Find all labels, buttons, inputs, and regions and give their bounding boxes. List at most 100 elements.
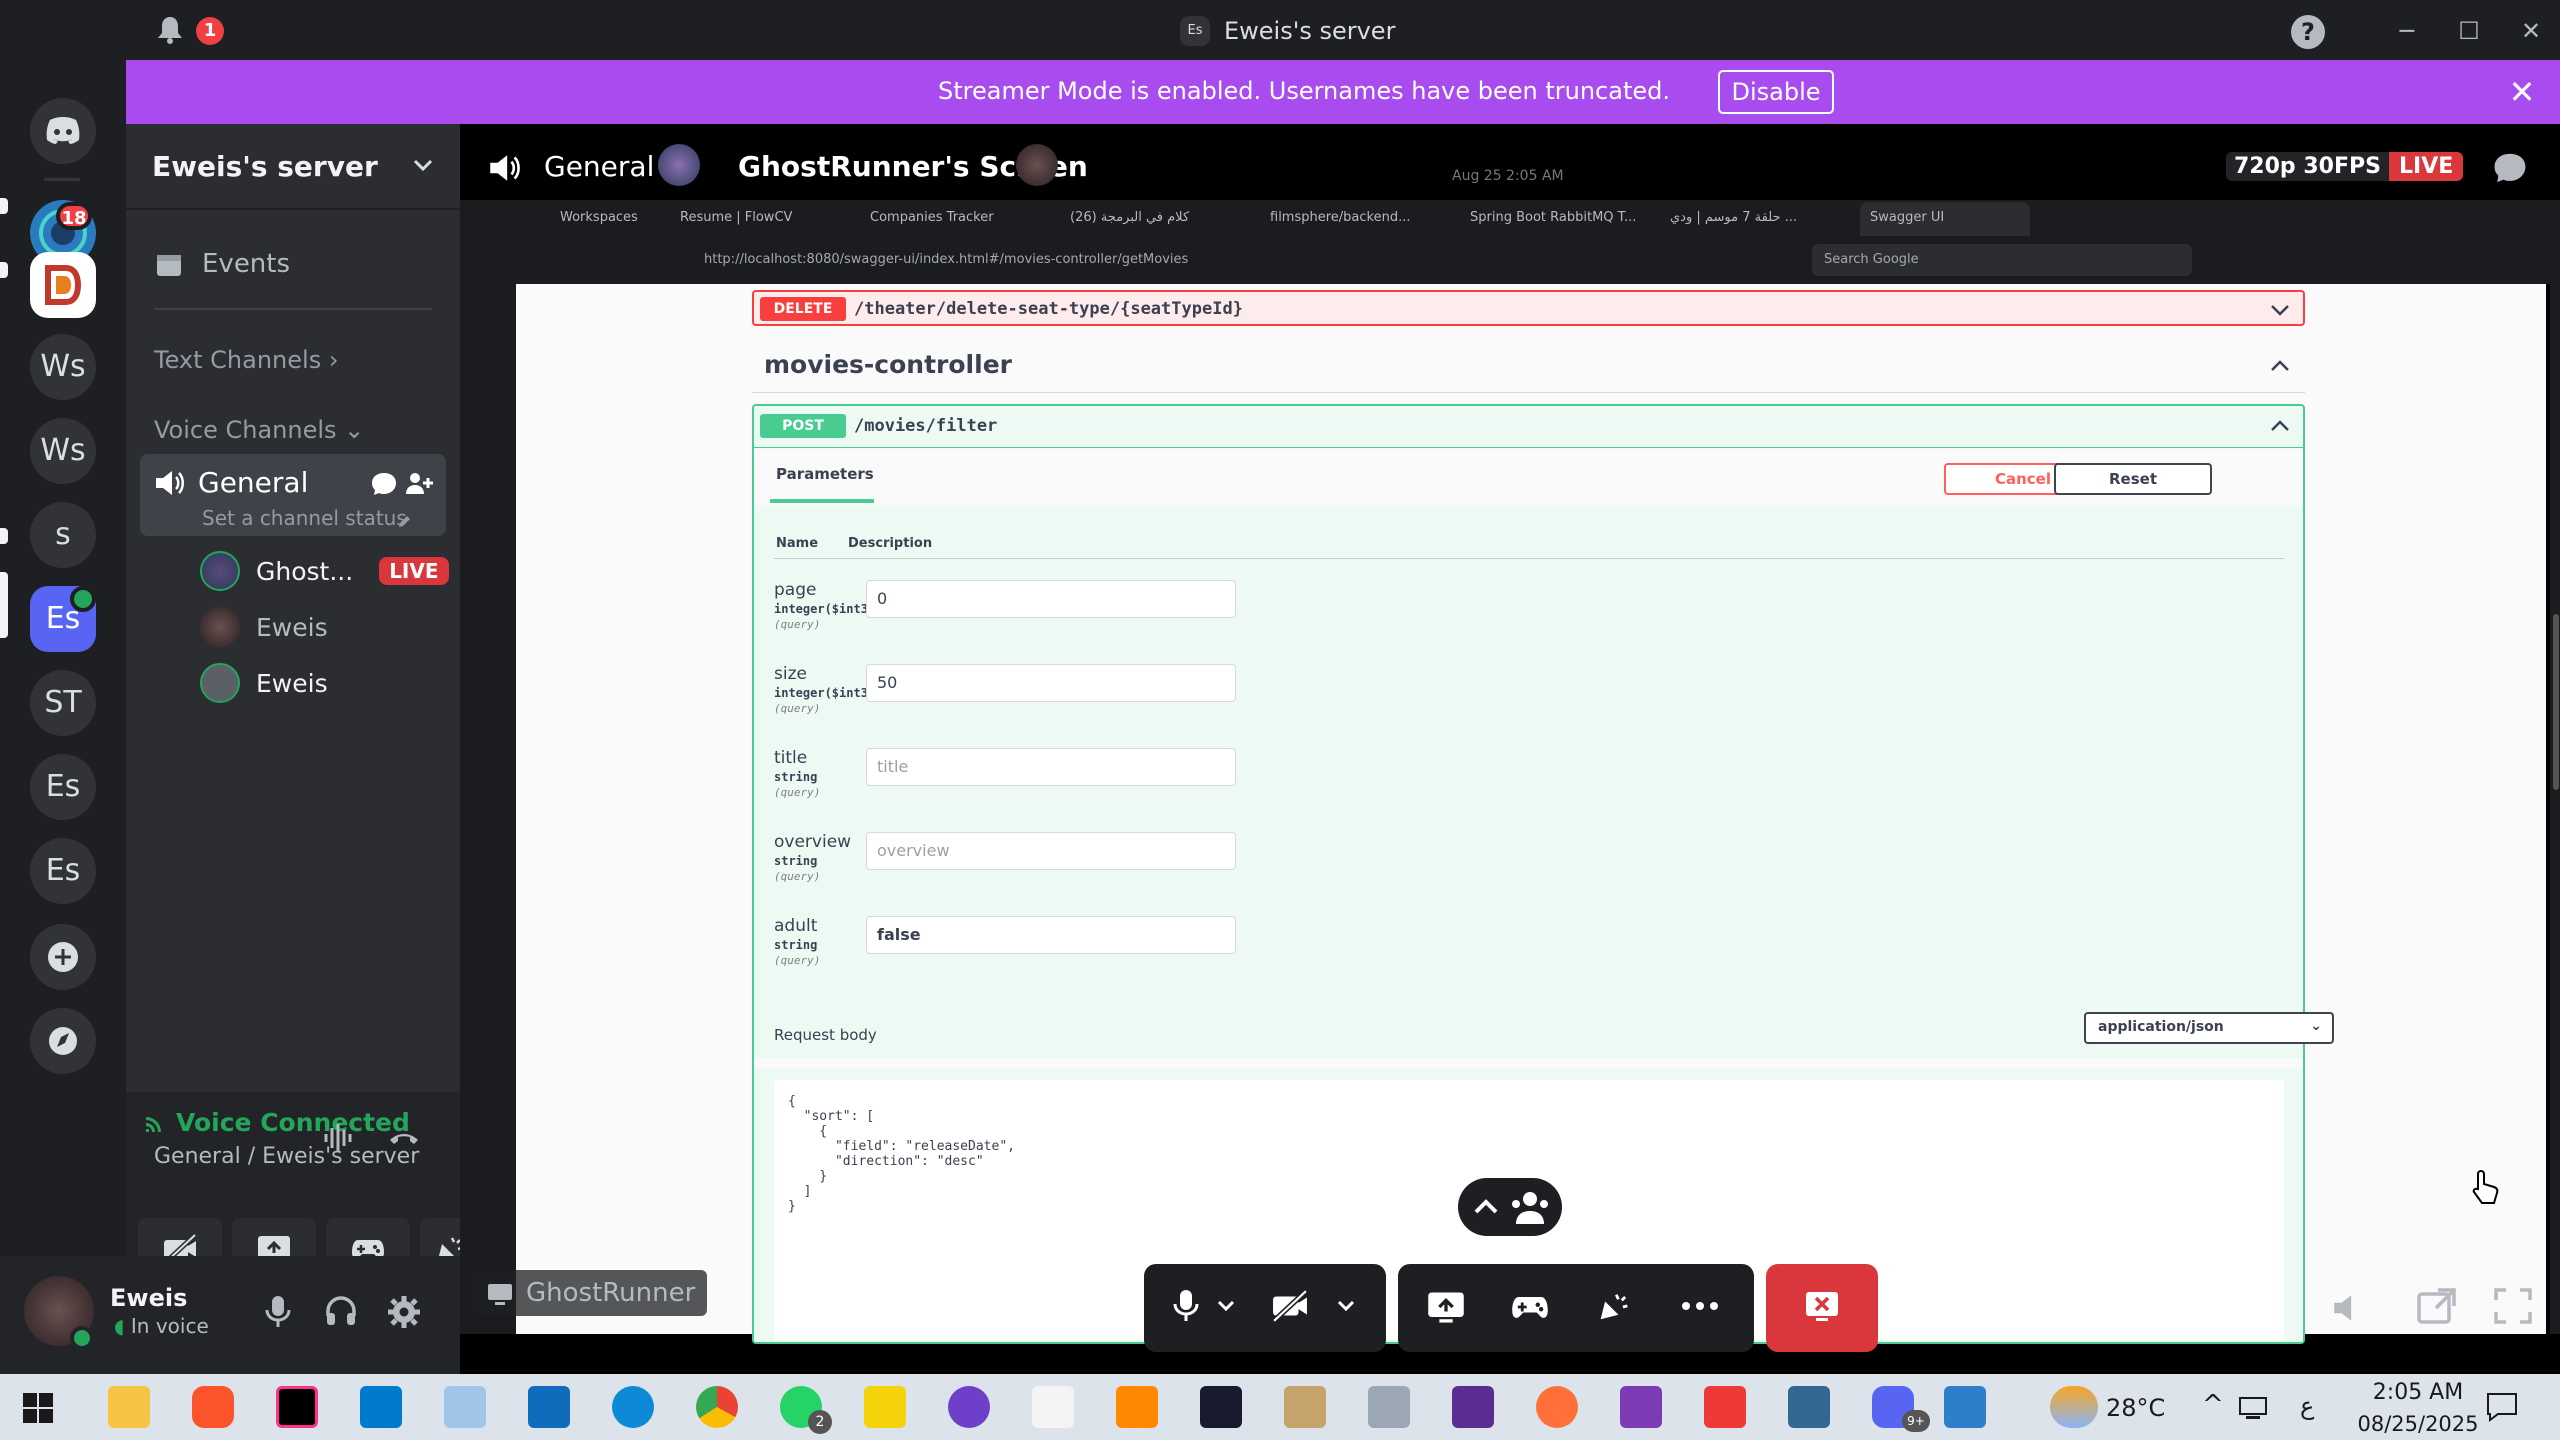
chevron-down-icon[interactable]: [1216, 1298, 1236, 1314]
weather-temperature[interactable]: 28°C: [2106, 1394, 2165, 1422]
settings-gear-icon[interactable]: [386, 1294, 422, 1330]
discover-icon[interactable]: [30, 1008, 96, 1074]
tag-title[interactable]: movies-controller: [764, 350, 1012, 379]
postgresql-icon[interactable]: [1788, 1386, 1830, 1428]
network-icon[interactable]: [2238, 1394, 2272, 1422]
vivaldi-icon[interactable]: [1704, 1386, 1746, 1428]
headphones-icon[interactable]: [324, 1294, 358, 1328]
channel-status[interactable]: Set a channel status: [202, 506, 407, 530]
fullscreen-icon[interactable]: [2492, 1286, 2534, 1326]
chevron-up-icon[interactable]: [2268, 356, 2292, 376]
server-es-2[interactable]: Es: [30, 754, 96, 820]
weather-icon[interactable]: [2050, 1386, 2098, 1428]
popout-icon[interactable]: [2416, 1286, 2458, 1326]
browser-tab[interactable]: حلقة 7 موسم | ودي ...: [1660, 202, 1807, 236]
app-icon[interactable]: [444, 1386, 486, 1428]
voice-user-eweis-2[interactable]: Eweis: [200, 658, 328, 708]
noise-suppression-icon[interactable]: [322, 1122, 358, 1154]
gamepad-icon[interactable]: [1510, 1288, 1550, 1326]
notepad-icon[interactable]: [1032, 1386, 1074, 1428]
github-desktop-icon[interactable]: [948, 1386, 990, 1428]
visual-studio-icon[interactable]: [1452, 1386, 1494, 1428]
search-box[interactable]: Search Google: [1812, 244, 2192, 276]
user-name[interactable]: Eweis: [110, 1284, 187, 1312]
voice-connected-status[interactable]: Voice Connected: [144, 1108, 410, 1137]
content-type-select[interactable]: application/json ⌄: [2084, 1012, 2334, 1044]
browser-tab[interactable]: (26) كلام في البرمجة: [1060, 202, 1199, 236]
microphone-icon[interactable]: [262, 1294, 294, 1330]
voice-channel-general[interactable]: General Set a channel status: [140, 454, 446, 536]
voice-user-eweis-1[interactable]: Eweis: [200, 602, 328, 652]
davinci-icon[interactable]: [1200, 1386, 1242, 1428]
app-icon[interactable]: [1620, 1386, 1662, 1428]
server-s[interactable]: s: [30, 502, 96, 568]
disconnect-icon[interactable]: [386, 1122, 422, 1154]
app-icon[interactable]: [1368, 1386, 1410, 1428]
param-input-overview[interactable]: overview: [866, 832, 1236, 870]
browser-tab[interactable]: Companies Tracker: [860, 202, 1004, 236]
discord-home-icon[interactable]: [30, 98, 96, 164]
browser-tab[interactable]: Resume | FlowCV: [670, 202, 802, 236]
operation-header[interactable]: POST /movies/filter: [754, 406, 2303, 448]
scrollbar-thumb[interactable]: [2553, 614, 2559, 790]
param-input-page[interactable]: 0: [866, 580, 1236, 618]
more-options-icon[interactable]: [1680, 1300, 1720, 1312]
chrome-icon[interactable]: [696, 1386, 738, 1428]
language-indicator[interactable]: ع: [2300, 1392, 2314, 1420]
file-explorer-icon[interactable]: [108, 1386, 150, 1428]
vlc-icon[interactable]: [1116, 1386, 1158, 1428]
server-avatar-2[interactable]: [30, 252, 96, 318]
url-bar[interactable]: http://localhost:8080/swagger-ui/index.h…: [692, 244, 1892, 276]
server-st[interactable]: ST: [30, 670, 96, 736]
param-input-size[interactable]: 50: [866, 664, 1236, 702]
firefox-icon[interactable]: [1536, 1386, 1578, 1428]
server-ws-1[interactable]: Ws: [30, 334, 96, 400]
app-icon[interactable]: [1284, 1386, 1326, 1428]
clock-time[interactable]: 2:05 AM: [2358, 1380, 2478, 1405]
server-header[interactable]: Eweis's server: [126, 124, 460, 210]
volume-icon[interactable]: [2330, 1290, 2366, 1326]
leave-call-button[interactable]: [1766, 1264, 1878, 1352]
chevron-up-icon[interactable]: ^: [2202, 1390, 2224, 1420]
notification-center-icon[interactable]: [2486, 1392, 2518, 1422]
reset-button[interactable]: Reset: [2054, 463, 2212, 495]
param-input-title[interactable]: title: [866, 748, 1236, 786]
browser-tab[interactable]: filmsphere/backend...: [1260, 202, 1420, 236]
events-item[interactable]: Events: [154, 244, 290, 284]
stream-view[interactable]: General GhostRunner's Screen Aug 25 2:05…: [460, 124, 2560, 1374]
camera-off-icon[interactable]: [1270, 1288, 1310, 1324]
microphone-icon[interactable]: [1170, 1288, 1202, 1324]
outlook-icon[interactable]: [528, 1386, 570, 1428]
soundboard-icon[interactable]: [1594, 1288, 1634, 1326]
vscode-icon[interactable]: [360, 1386, 402, 1428]
close-button[interactable]: ✕: [2514, 14, 2548, 48]
voice-user-ghostrunner[interactable]: Ghost... LIVE: [200, 546, 449, 596]
tab-parameters[interactable]: Parameters: [776, 465, 874, 483]
app-icon[interactable]: [1944, 1386, 1986, 1428]
category-voice-channels[interactable]: Voice Channels ⌄: [154, 416, 364, 444]
invite-user-icon[interactable]: [404, 470, 434, 498]
param-input-adult[interactable]: false: [866, 916, 1236, 954]
help-icon[interactable]: ?: [2291, 15, 2325, 49]
browser-tab[interactable]: Spring Boot RabbitMQ T...: [1460, 202, 1646, 236]
screen-share-icon[interactable]: [1426, 1288, 1466, 1326]
edge-icon[interactable]: [612, 1386, 654, 1428]
maximize-button[interactable]: ☐: [2452, 14, 2486, 48]
clock-date[interactable]: 08/25/2025: [2350, 1412, 2486, 1436]
add-server-icon[interactable]: [30, 924, 96, 990]
intellij-icon[interactable]: [276, 1386, 318, 1428]
minimize-button[interactable]: ─: [2390, 14, 2424, 48]
browser-tab-active[interactable]: Swagger UI: [1860, 202, 2030, 236]
chevron-down-icon[interactable]: [1336, 1298, 1356, 1314]
server-ws-2[interactable]: Ws: [30, 418, 96, 484]
category-text-channels[interactable]: Text Channels ›: [154, 346, 338, 374]
chat-bubble-icon[interactable]: [2490, 150, 2530, 186]
server-es-3[interactable]: Es: [30, 838, 96, 904]
delete-operation[interactable]: DELETE /theater/delete-seat-type/{seatTy…: [752, 290, 2305, 326]
brave-browser-icon[interactable]: [192, 1386, 234, 1428]
browser-tab[interactable]: Workspaces: [550, 202, 648, 236]
banner-close-icon[interactable]: ✕: [2500, 70, 2544, 114]
windows-start-icon[interactable]: [22, 1392, 54, 1424]
popout-participants-button[interactable]: [1458, 1178, 1562, 1236]
bell-icon[interactable]: [154, 15, 186, 45]
